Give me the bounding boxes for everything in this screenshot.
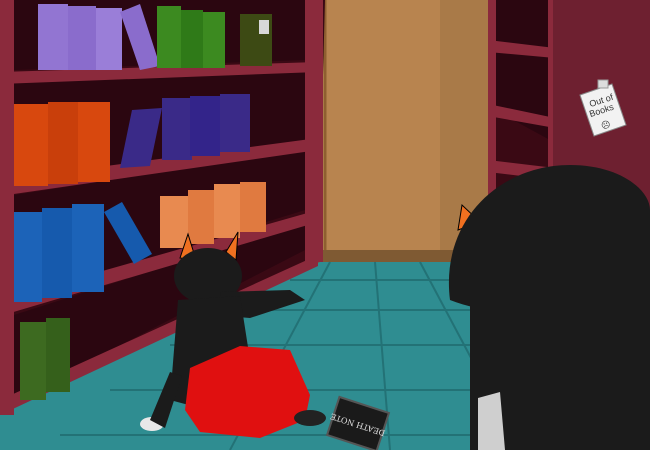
foreground-troll (448, 165, 650, 450)
game-scene: Out of Books ☹ DEATH NOTE (0, 0, 650, 450)
troll-shoe (294, 410, 326, 426)
books-row-4 (20, 318, 70, 400)
